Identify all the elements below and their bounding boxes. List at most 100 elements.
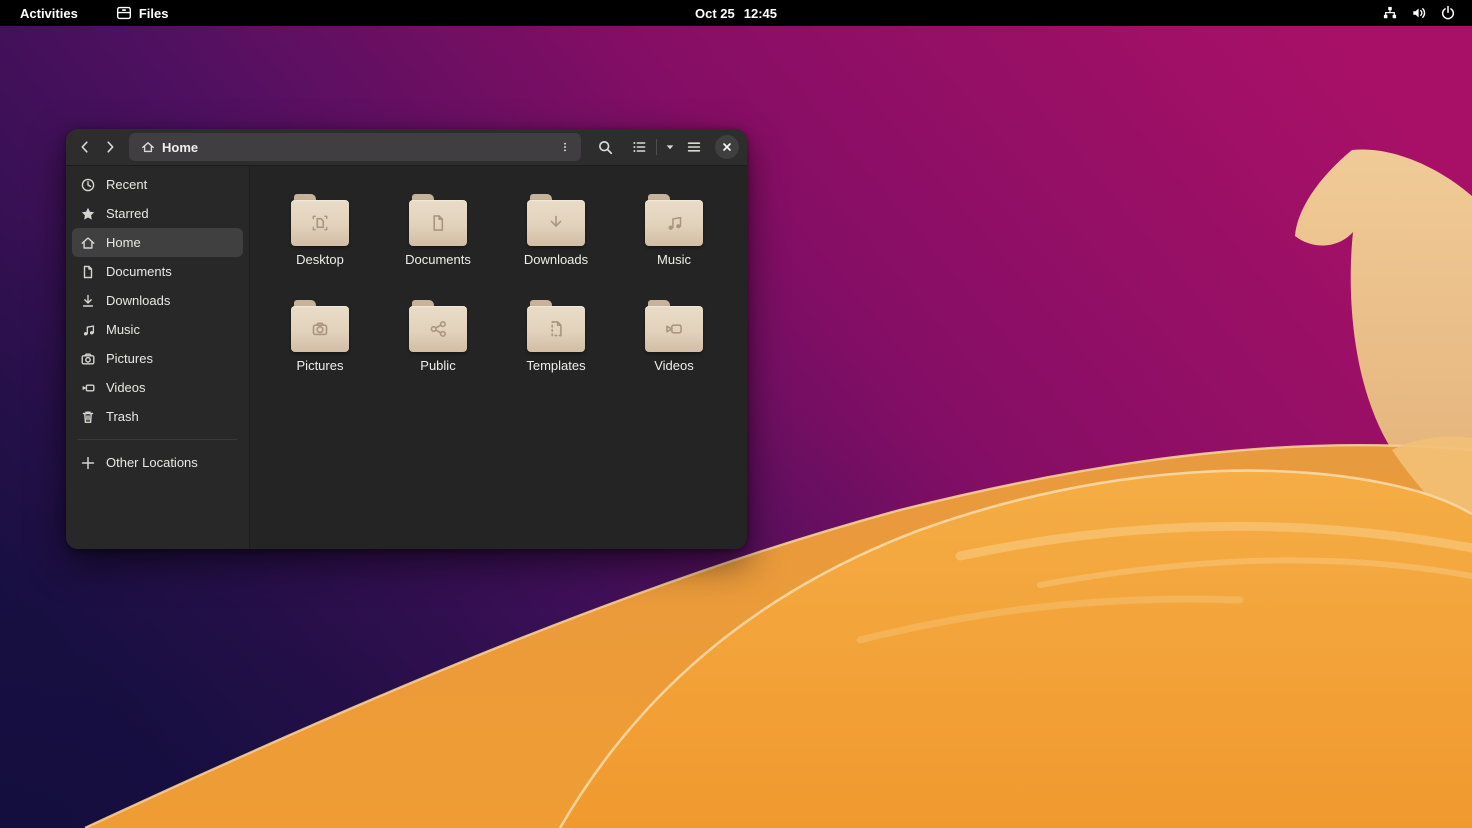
top-bar: Activities Files Oct 25 12:45 (0, 0, 1472, 26)
activities-button[interactable]: Activities (14, 4, 84, 23)
pictures-emblem-icon (312, 322, 328, 335)
folder-label: Pictures (296, 358, 344, 373)
folder-item-music[interactable]: Music (618, 192, 730, 298)
folder-label: Downloads (523, 252, 589, 267)
download-icon (82, 294, 94, 307)
sidebar-separator (78, 439, 237, 440)
search-icon (599, 140, 613, 154)
templates-emblem-icon (551, 320, 562, 336)
clock-button[interactable]: Oct 25 12:45 (687, 4, 785, 23)
chevron-right-icon (107, 141, 114, 153)
chevron-left-icon (81, 141, 88, 153)
folder-item-videos[interactable]: Videos (618, 298, 730, 404)
list-view-half[interactable] (625, 133, 653, 161)
home-icon (142, 142, 154, 153)
home-icon (81, 236, 95, 249)
folder-item-downloads[interactable]: Downloads (500, 192, 612, 298)
share-emblem-icon (430, 320, 446, 337)
sidebar-item-documents[interactable]: Documents (72, 257, 243, 286)
folder-item-templates[interactable]: Templates (500, 298, 612, 404)
files-window: Home Recent Starred Home Documents Downl… (66, 129, 747, 549)
document-icon (83, 265, 93, 278)
main-menu-button[interactable] (684, 133, 706, 161)
sidebar-item-videos[interactable]: Videos (72, 373, 243, 402)
folder-label: Documents (405, 252, 471, 267)
video-icon (82, 383, 95, 391)
plus-icon (81, 456, 95, 469)
sidebar-item-label: Home (106, 235, 141, 250)
sidebar-item-trash[interactable]: Trash (72, 402, 243, 431)
trash-icon (82, 411, 94, 423)
sidebar-item-label: Music (106, 322, 140, 337)
kebab-menu-icon (564, 142, 566, 152)
forward-button[interactable] (100, 133, 122, 161)
sidebar-item-pictures[interactable]: Pictures (72, 344, 243, 373)
window-body: Recent Starred Home Documents Downloads … (66, 166, 747, 549)
folder-icon (291, 300, 349, 352)
star-icon (81, 207, 95, 220)
documents-emblem-icon (433, 214, 444, 231)
folder-label: Desktop (296, 252, 344, 267)
folder-label: Music (657, 252, 691, 267)
close-icon (723, 143, 731, 151)
sidebar-item-recent[interactable]: Recent (72, 170, 243, 199)
sidebar-item-music[interactable]: Music (72, 315, 243, 344)
sidebar-item-downloads[interactable]: Downloads (72, 286, 243, 315)
videos-emblem-icon (666, 323, 682, 334)
folder-item-pictures[interactable]: Pictures (264, 298, 376, 404)
network-icon (1383, 6, 1397, 19)
folder-icon (527, 300, 585, 352)
sidebar-item-label: Starred (106, 206, 149, 221)
sidebar-item-home[interactable]: Home (72, 228, 243, 257)
close-window-button[interactable] (715, 135, 739, 159)
music-emblem-icon (668, 216, 682, 230)
folder-item-documents[interactable]: Documents (382, 192, 494, 298)
camera-icon (81, 353, 95, 365)
sidebar-item-label: Trash (106, 409, 139, 424)
folder-icon (645, 194, 703, 246)
sidebar-item-starred[interactable]: Starred (72, 199, 243, 228)
folder-label: Templates (526, 358, 586, 373)
clock-date: Oct 25 (695, 5, 735, 21)
split-button-divider (655, 139, 657, 155)
folder-label: Videos (654, 358, 694, 373)
files-app-icon (116, 6, 131, 20)
power-icon (1441, 5, 1455, 20)
folder-icon (409, 194, 467, 246)
folder-icon (645, 300, 703, 352)
folder-icon (291, 194, 349, 246)
view-options-half[interactable] (660, 133, 680, 161)
recent-icon (81, 178, 95, 191)
downloads-emblem-icon (550, 215, 562, 227)
files-app-label: Files (138, 5, 169, 21)
folder-item-desktop[interactable]: Desktop (264, 192, 376, 298)
sidebar-item-label: Other Locations (106, 455, 198, 470)
path-menu-button[interactable] (553, 135, 577, 159)
sidebar-item-label: Recent (106, 177, 148, 192)
path-bar[interactable]: Home (129, 133, 581, 161)
sidebar-item-other-locations[interactable]: Other Locations (72, 448, 243, 477)
music-icon (83, 324, 95, 335)
folder-icon (409, 300, 467, 352)
sidebar-item-label: Pictures (106, 351, 153, 366)
files-app-menu-button[interactable]: Files (110, 3, 175, 23)
file-grid: Desktop Documents Downloads Music Pictur… (250, 166, 747, 549)
folder-label: Public (420, 358, 456, 373)
sidebar-item-label: Downloads (106, 293, 171, 308)
headerbar: Home (66, 129, 747, 166)
list-view-icon (632, 142, 645, 152)
folder-item-public[interactable]: Public (382, 298, 494, 404)
volume-icon (1413, 8, 1426, 18)
clock-time: 12:45 (743, 5, 777, 21)
current-location-label: Home (162, 139, 199, 155)
hamburger-menu-icon (688, 142, 701, 152)
desktop-emblem-icon (312, 215, 328, 231)
system-status-area[interactable] (1374, 0, 1464, 26)
chevron-down-icon (666, 145, 673, 150)
back-button[interactable] (74, 133, 96, 161)
list-view-toggle-button[interactable] (625, 133, 680, 161)
sidebar-item-label: Videos (106, 380, 146, 395)
sidebar-item-label: Documents (106, 264, 172, 279)
folder-icon (527, 194, 585, 246)
search-button[interactable] (595, 133, 617, 161)
